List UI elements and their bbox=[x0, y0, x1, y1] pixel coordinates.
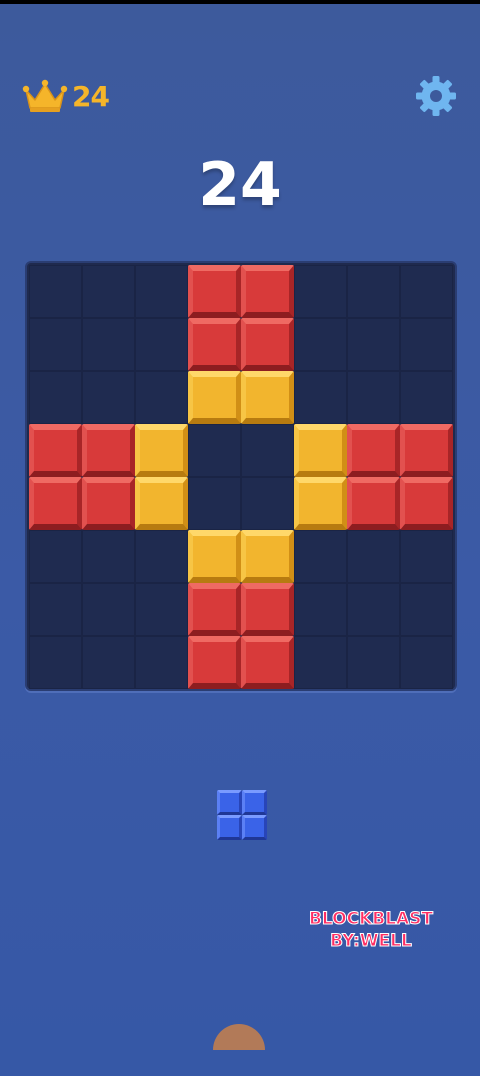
block-red bbox=[241, 265, 294, 318]
block-yellow bbox=[135, 477, 188, 530]
empty-cell bbox=[29, 371, 82, 424]
block-red bbox=[241, 318, 294, 371]
empty-cell bbox=[29, 530, 82, 583]
block-yellow bbox=[241, 371, 294, 424]
empty-cell bbox=[347, 371, 400, 424]
empty-cell bbox=[82, 583, 135, 636]
block-red bbox=[29, 424, 82, 477]
empty-cell bbox=[29, 318, 82, 371]
empty-cell bbox=[294, 583, 347, 636]
empty-cell bbox=[400, 265, 453, 318]
empty-cell bbox=[135, 636, 188, 689]
game-board[interactable] bbox=[25, 261, 457, 691]
block-red bbox=[29, 477, 82, 530]
block-yellow bbox=[241, 530, 294, 583]
empty-cell bbox=[347, 636, 400, 689]
empty-cell bbox=[400, 530, 453, 583]
block-red bbox=[241, 636, 294, 689]
empty-cell bbox=[294, 371, 347, 424]
drag-handle[interactable] bbox=[213, 1024, 265, 1050]
empty-cell bbox=[29, 583, 82, 636]
empty-cell bbox=[294, 265, 347, 318]
block-red bbox=[188, 265, 241, 318]
empty-cell bbox=[135, 583, 188, 636]
status-bar bbox=[0, 0, 480, 4]
block-red bbox=[347, 477, 400, 530]
block-red bbox=[82, 477, 135, 530]
empty-cell bbox=[400, 371, 453, 424]
block-yellow bbox=[294, 424, 347, 477]
best-score: 24 bbox=[22, 76, 110, 116]
current-score: 24 bbox=[198, 150, 282, 220]
block-red bbox=[188, 318, 241, 371]
empty-cell bbox=[135, 371, 188, 424]
empty-cell bbox=[400, 636, 453, 689]
tray-block-blue bbox=[217, 815, 242, 840]
empty-cell bbox=[347, 318, 400, 371]
empty-cell bbox=[294, 636, 347, 689]
watermark-line-2: BY:WELL bbox=[330, 931, 413, 952]
empty-cell bbox=[294, 530, 347, 583]
empty-cell bbox=[82, 318, 135, 371]
block-yellow bbox=[135, 424, 188, 477]
block-red bbox=[241, 583, 294, 636]
block-red bbox=[82, 424, 135, 477]
empty-cell bbox=[188, 424, 241, 477]
watermark-text: BLOCKBLAST BY:WELL bbox=[296, 908, 446, 952]
tray-block-blue bbox=[242, 815, 267, 840]
empty-cell bbox=[29, 265, 82, 318]
block-red bbox=[400, 424, 453, 477]
empty-cell bbox=[135, 318, 188, 371]
empty-cell bbox=[347, 530, 400, 583]
block-red bbox=[188, 636, 241, 689]
empty-cell bbox=[294, 318, 347, 371]
watermark-line-1: BLOCKBLAST bbox=[308, 909, 434, 930]
empty-cell bbox=[241, 477, 294, 530]
empty-cell bbox=[188, 477, 241, 530]
block-yellow bbox=[294, 477, 347, 530]
best-score-value: 24 bbox=[72, 79, 110, 113]
block-red bbox=[400, 477, 453, 530]
tray-block-blue bbox=[217, 790, 242, 815]
empty-cell bbox=[400, 583, 453, 636]
empty-cell bbox=[82, 371, 135, 424]
empty-cell bbox=[241, 424, 294, 477]
empty-cell bbox=[82, 636, 135, 689]
empty-cell bbox=[135, 265, 188, 318]
empty-cell bbox=[29, 636, 82, 689]
block-yellow bbox=[188, 371, 241, 424]
tray-piece-square[interactable] bbox=[217, 790, 267, 840]
tray-block-blue bbox=[242, 790, 267, 815]
block-red bbox=[188, 583, 241, 636]
empty-cell bbox=[82, 530, 135, 583]
empty-cell bbox=[135, 530, 188, 583]
empty-cell bbox=[82, 265, 135, 318]
block-red bbox=[347, 424, 400, 477]
empty-cell bbox=[400, 318, 453, 371]
gear-icon[interactable] bbox=[414, 74, 458, 118]
block-yellow bbox=[188, 530, 241, 583]
empty-cell bbox=[347, 265, 400, 318]
empty-cell bbox=[347, 583, 400, 636]
crown-icon bbox=[22, 79, 68, 112]
